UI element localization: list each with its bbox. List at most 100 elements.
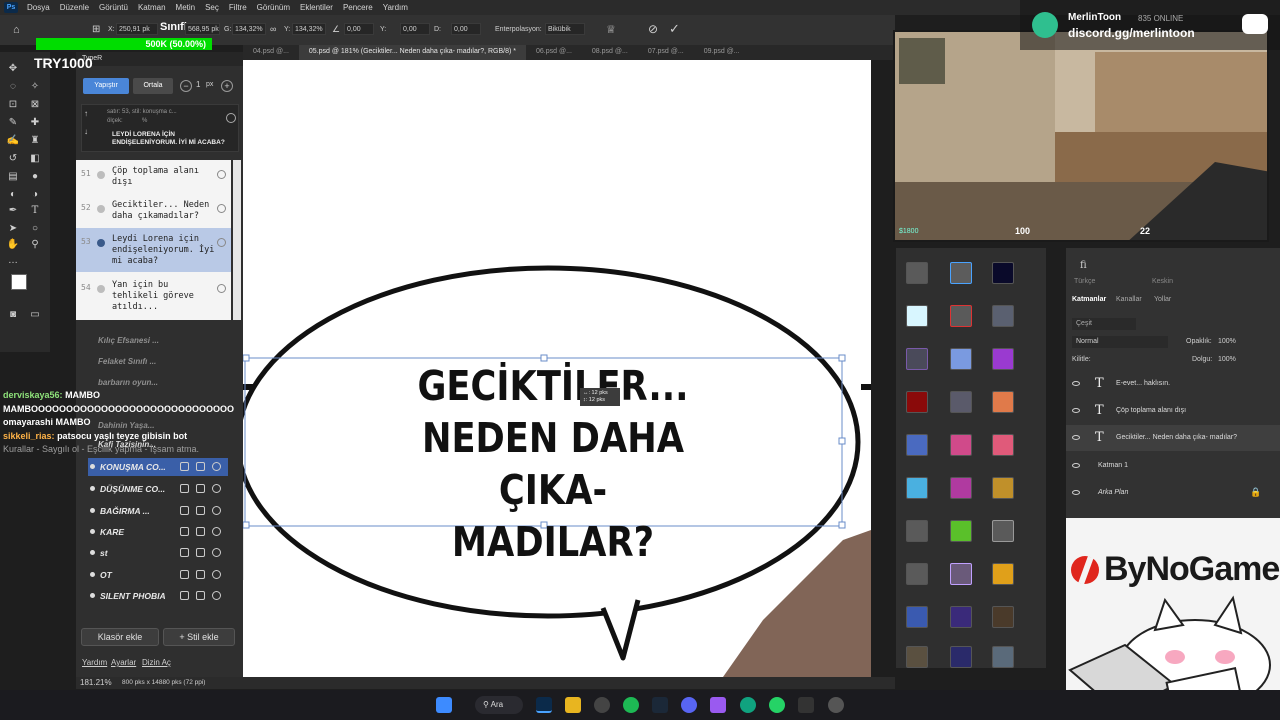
swatch[interactable] [906,477,928,499]
edit-icon[interactable] [180,484,189,493]
eraser-icon[interactable]: ◧ [28,152,42,166]
line-54[interactable]: 54 Yan için bu tehlikeli göreve atıldı..… [76,274,231,318]
taskbar-discord-icon[interactable] [681,697,697,713]
vskew-input[interactable]: 0,00 [451,23,481,35]
language-select[interactable]: Türkçe [1074,278,1095,285]
warp-icon[interactable]: ♕ [606,23,616,36]
antialias-select[interactable]: Keskin [1152,278,1173,285]
menu-katman[interactable]: Katman [133,3,171,12]
lines-scrollbar[interactable] [233,160,241,320]
screen-mode-icon[interactable]: ▭ [28,308,42,322]
swatch[interactable] [906,606,928,628]
quick-mask-icon[interactable]: ◙ [6,308,20,322]
tab-layers[interactable]: Katmanlar [1072,296,1106,303]
style-silent-phobia[interactable]: SILENT PHOBIA [88,587,228,605]
line-53-selected[interactable]: 53 Leydi Lorena için endişeleniyorum. İy… [76,228,231,272]
link-icon[interactable]: ∞ [270,24,276,34]
copy-icon[interactable] [196,527,205,536]
swatch[interactable] [906,563,928,585]
y-input[interactable]: 568,95 pk [185,23,220,35]
lasso-tool-icon[interactable]: ◌ [6,80,20,94]
angle-input[interactable]: 0,00 [344,23,374,35]
foreground-color-swatch[interactable] [11,274,27,290]
document-canvas[interactable]: GECİKTİLER... NEDEN DAHA ÇIKA- MADILAR? … [243,60,871,677]
style-bagirma[interactable]: BAĞIRMA ... [88,502,228,520]
history-brush-icon[interactable]: ↺ [6,152,20,166]
move-tool-icon[interactable]: ✥ [6,62,20,76]
blur-icon[interactable]: ● [28,170,42,184]
edit-icon[interactable] [180,462,189,471]
layer-text-1[interactable]: T E-evet... haklısın. [1066,371,1280,397]
swatch[interactable] [950,305,972,327]
swatch[interactable] [906,262,928,284]
style-konusma[interactable]: KONUŞMA CO... [88,458,228,476]
apply-icon[interactable] [212,570,221,579]
swatch[interactable] [992,646,1014,668]
swatch[interactable] [950,606,972,628]
prev-line-icon[interactable]: ↑ [84,109,94,121]
swatch[interactable] [906,348,928,370]
taskbar-photoshop-icon[interactable] [536,697,552,713]
menu-pencere[interactable]: Pencere [338,3,378,12]
fill-value[interactable]: 100% [1218,356,1236,363]
swatch[interactable] [906,391,928,413]
pen-tool-icon[interactable]: ✒ [6,204,20,218]
visibility-icon[interactable] [1072,490,1080,495]
swatch[interactable] [950,520,972,542]
line-52[interactable]: 52 Geciktiler... Neden daha çıkamadılar? [76,194,231,228]
crop-tool-icon[interactable]: ⊡ [6,98,20,112]
cancel-icon[interactable]: ⊘ [648,22,658,36]
menu-dosya[interactable]: Dosya [22,3,55,12]
height-input[interactable]: 134,32% [292,23,326,35]
font-icon[interactable]: fi [1080,260,1087,271]
width-input[interactable]: 134,32% [232,23,266,35]
decrease-size-icon[interactable]: − [180,80,192,92]
swatch[interactable] [950,391,972,413]
help-link[interactable]: Yardım [82,658,107,667]
shape-tool-icon[interactable]: ○ [28,222,42,236]
tab-07[interactable]: 07.psd @... [638,45,694,60]
menu-filtre[interactable]: Filtre [224,3,252,12]
style-dusunme[interactable]: DÜŞÜNME CO... [88,480,228,498]
menu-gorunum[interactable]: Görünüm [252,3,295,12]
swatch[interactable] [992,563,1014,585]
open-dir-link[interactable]: Dizin Aç [142,658,171,667]
visibility-icon[interactable] [1072,381,1080,386]
more-tools-icon[interactable]: … [6,254,20,268]
taskbar-chrome-icon[interactable] [828,697,844,713]
taskbar-whatsapp-icon[interactable] [769,697,785,713]
size-value[interactable]: 1 [196,80,200,89]
swatch[interactable] [950,434,972,456]
menu-eklentiler[interactable]: Eklentiler [295,3,338,12]
tab-04[interactable]: 04.psd @... [243,45,299,60]
apply-icon[interactable] [212,484,221,493]
interp-select[interactable]: Bikübik [545,23,585,35]
swatch[interactable] [992,391,1014,413]
settings-link[interactable]: Ayarlar [111,658,136,667]
apply-icon[interactable] [212,506,221,515]
burn-icon[interactable]: ◑ [28,188,42,202]
swatch[interactable] [906,520,928,542]
commit-icon[interactable]: ✓ [669,21,680,37]
zoom-level[interactable]: 181.21% [80,678,112,687]
taskbar-spotify-icon[interactable] [623,697,639,713]
swatch[interactable] [906,646,928,668]
blend-mode-select[interactable]: Normal [1072,336,1168,348]
swatch[interactable] [992,348,1014,370]
swatch[interactable] [950,477,972,499]
hskew-input[interactable]: 0,00 [400,23,430,35]
increase-size-icon[interactable]: + [221,80,233,92]
tab-channels[interactable]: Kanallar [1116,296,1142,303]
swatch[interactable] [906,305,928,327]
swatch[interactable] [992,520,1014,542]
visibility-icon[interactable] [1072,408,1080,413]
tab-08[interactable]: 08.psd @... [582,45,638,60]
swatch[interactable] [906,434,928,456]
edit-icon[interactable] [180,591,189,600]
swatch[interactable] [992,606,1014,628]
edit-icon[interactable] [180,570,189,579]
edit-icon[interactable] [180,506,189,515]
dodge-icon[interactable]: ◐ [6,188,20,202]
line-51[interactable]: 51 Çöp toplama alanı dışı [76,160,231,194]
visibility-icon[interactable] [1072,435,1080,440]
